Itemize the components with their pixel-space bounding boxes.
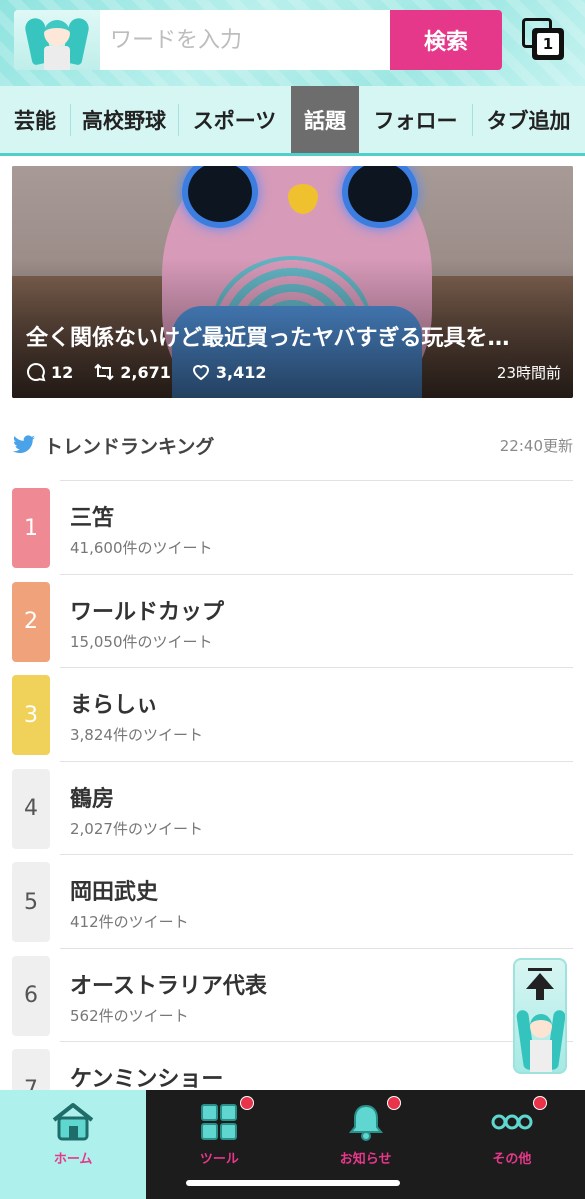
home-icon [52,1103,94,1141]
search-button[interactable]: 検索 [390,10,502,70]
app-header: 検索 1 [0,0,585,86]
tabs-switcher-icon[interactable]: 1 [520,18,568,64]
nav-more[interactable]: その他 [439,1090,585,1199]
tab-follow[interactable]: フォロー [359,86,472,153]
bell-icon [348,1104,383,1141]
arrow-up-icon [528,968,552,971]
trend-list: 1 三笘 41,600件のツイート 2 ワールドカップ 15,050件のツイート… [0,480,585,1135]
nav-label: ホーム [53,1152,93,1167]
featured-time: 23時間前 [496,363,561,382]
nav-label: その他 [492,1152,532,1167]
rank-badge: 2 [12,581,50,662]
retweet-icon [94,363,114,381]
scroll-to-top-button[interactable] [513,958,567,1074]
tweet-count: 3,824件のツイート [70,726,203,744]
trend-header: トレンドランキング 22:40更新 [12,430,573,460]
trend-keyword: ワールドカップ [70,599,225,625]
tab-count: 1 [537,33,559,55]
like-count: 3,412 [191,362,266,382]
tweet-count: 562件のツイート [70,1006,189,1025]
notification-badge [386,1096,401,1110]
twitter-bird-icon [13,435,35,454]
home-indicator [186,1180,400,1186]
character-avatar [530,1014,552,1038]
rank-badge: 6 [12,955,50,1036]
trend-updated: 22:40更新 [499,436,573,455]
rank-badge: 3 [12,675,50,755]
character-avatar [14,10,100,70]
tab-entertainment[interactable]: 芸能 [0,86,70,153]
trend-item[interactable]: 3 まらしぃ 3,824件のツイート [0,667,585,761]
grid-icon [201,1104,238,1140]
nav-home[interactable]: ホーム [0,1090,147,1199]
search-box [14,10,390,70]
tweet-count: 412件のツイート [70,913,189,931]
trend-item[interactable]: 5 岡田武史 412件のツイート [0,854,585,948]
trend-item[interactable]: 2 ワールドカップ 15,050件のツイート [0,573,585,668]
trend-keyword: ケンミンショー [70,1067,224,1092]
tweet-count: 2,027件のツイート [70,819,203,838]
notification-badge [532,1096,547,1110]
tweet-count: 15,050件のツイート [70,632,213,651]
trend-title: トレンドランキング [44,435,215,458]
tab-add[interactable]: タブ追加 [472,86,585,153]
search-input[interactable] [100,27,384,53]
retweet-count: 2,671 [93,362,171,382]
more-icon [491,1114,533,1130]
featured-title: 全く関係ないけど最近買ったヤバすぎる玩具を… [26,326,510,351]
trend-item[interactable]: 4 鶴房 2,027件のツイート [0,760,585,855]
rank-badge: 5 [12,862,50,942]
tab-topics[interactable]: 話題 [291,86,359,153]
tweet-count: 41,600件のツイート [70,539,213,557]
rank-badge: 1 [12,488,50,568]
nav-label: お知らせ [339,1152,392,1167]
trend-item[interactable]: 6 オーストラリア代表 562件のツイート [0,947,585,1042]
tab-sports[interactable]: スポーツ [178,86,291,153]
reply-icon [27,362,46,382]
trend-keyword: 岡田武史 [70,880,159,905]
nav-label: ツール [199,1152,239,1167]
rank-badge: 4 [12,768,50,849]
category-tabs: 芸能 高校野球 スポーツ 話題 フォロー タブ追加 [0,86,585,156]
heart-icon [192,365,209,381]
trend-keyword: まらしぃ [70,693,159,718]
trend-item[interactable]: 1 三笘 41,600件のツイート [0,480,585,574]
trend-keyword: オーストラリア代表 [70,973,267,999]
trend-keyword: 三笘 [70,506,115,531]
reply-count: 12 [26,362,73,382]
trend-keyword: 鶴房 [70,786,115,812]
featured-meta: 12 2,671 3,412 23時間前 [26,360,561,384]
notification-badge [240,1096,255,1110]
tab-high-school-baseball[interactable]: 高校野球 [70,86,178,153]
featured-tweet-card[interactable]: 全く関係ないけど最近買ったヤバすぎる玩具を… 12 2,671 3,412 23… [12,166,573,398]
